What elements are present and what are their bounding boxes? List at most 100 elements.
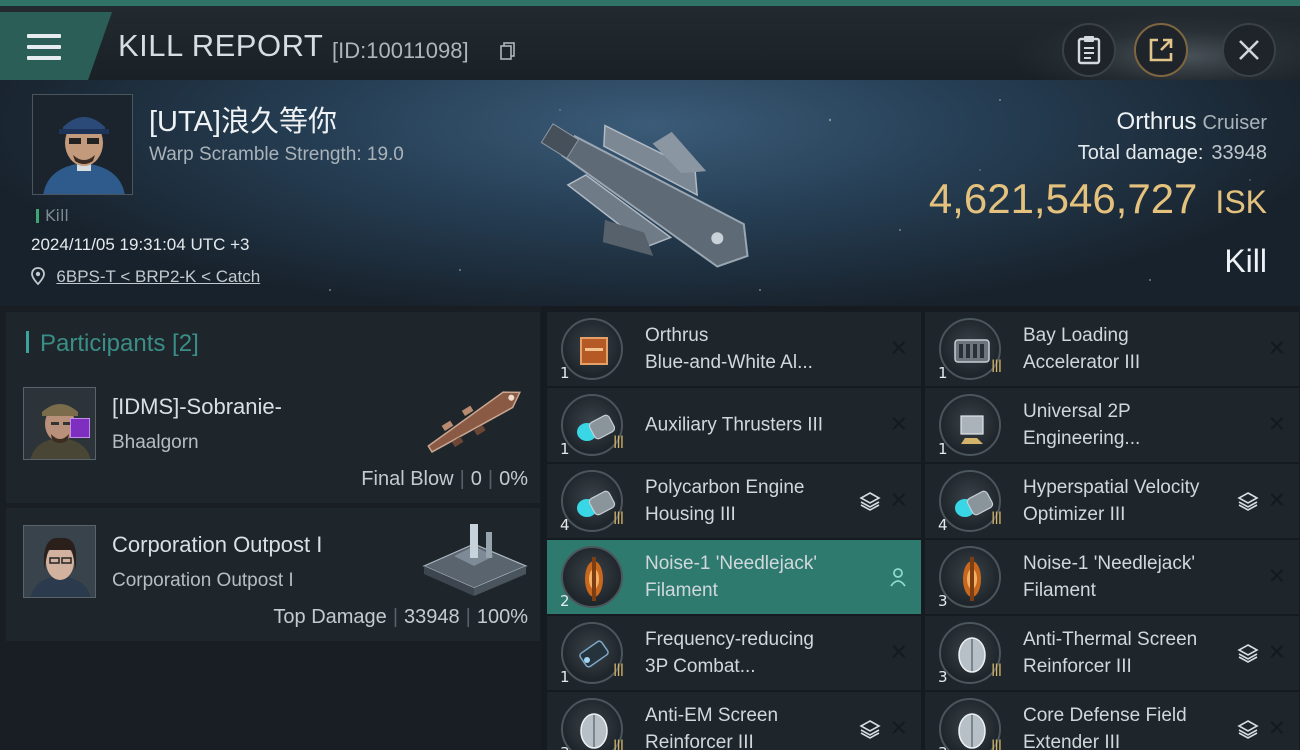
- destroyed-x-icon: ✕: [889, 716, 908, 742]
- victim-summary: [UTA]浪久等你 Warp Scramble Strength: 19.0 K…: [0, 80, 1300, 306]
- hamburger-icon: [27, 34, 61, 64]
- kill-location[interactable]: 6BPS-T < BRP2-K < Catch: [31, 267, 260, 287]
- ship-image: [540, 123, 749, 268]
- clipboard-button[interactable]: [1062, 23, 1116, 77]
- module-cell[interactable]: 3 Noise-1 'Needlejack' Filament ✕: [925, 540, 1299, 614]
- module-name: Universal 2P Engineering...: [1023, 401, 1141, 449]
- participants-panel: Participants [2] [IDMS]-Sobranie- Bhaalg…: [0, 306, 541, 750]
- victim-avatar[interactable]: [32, 94, 133, 195]
- thruster-icon: |||: [561, 394, 624, 456]
- destroyed-x-icon: ✕: [1267, 640, 1286, 666]
- tech-level-icon: |||: [991, 662, 1002, 676]
- combat-module-icon: |||: [561, 622, 624, 684]
- module-name: Bay Loading Accelerator III: [1023, 325, 1141, 373]
- module-cell[interactable]: ||| 1 Bay Loading Accelerator III ✕: [925, 312, 1299, 386]
- destroyed-x-icon: ✕: [1267, 716, 1286, 742]
- participants-label: Participants [2]: [40, 330, 199, 357]
- kill-datetime: 2024/11/05 19:31:04 UTC +3: [31, 235, 250, 254]
- close-button[interactable]: [1222, 23, 1276, 77]
- tech-level-icon: |||: [991, 358, 1002, 372]
- destroyed-x-icon: ✕: [1267, 336, 1286, 362]
- participant-ship-image: [427, 391, 521, 453]
- tech-level-icon: |||: [991, 738, 1002, 750]
- tech-level-icon: |||: [991, 510, 1002, 524]
- stack-icon[interactable]: [859, 719, 881, 739]
- launcher-rig-icon: |||: [939, 318, 1002, 380]
- module-name: Anti-EM Screen Reinforcer III: [645, 705, 779, 750]
- module-cell[interactable]: ||| 3 Core Defense Field Extender III ✕: [925, 692, 1299, 750]
- module-cell[interactable]: ||| 1 Frequency-reducing 3P Combat... ✕: [547, 616, 921, 690]
- module-cell[interactable]: 2 Noise-1 'Needlejack' Filament: [547, 540, 921, 614]
- isk-value: 4,621,546,727 ISK: [928, 175, 1267, 222]
- module-quantity: 1: [560, 668, 570, 686]
- warp-scramble-strength: Warp Scramble Strength: 19.0: [149, 144, 404, 165]
- tech-level-icon: |||: [613, 738, 624, 750]
- module-name: Noise-1 'Needlejack' Filament: [1023, 553, 1196, 601]
- module-quantity: 1: [938, 440, 948, 458]
- ship-name[interactable]: Orthrus Cruiser: [1117, 108, 1267, 136]
- share-icon: [1149, 38, 1173, 62]
- person-icon: [890, 568, 906, 587]
- stack-icon[interactable]: [1237, 719, 1259, 739]
- participant-name: Corporation Outpost I: [112, 532, 323, 557]
- thruster-icon: |||: [561, 470, 624, 532]
- title-bar: KILL REPORT [ID:10011098]: [0, 0, 1300, 86]
- close-icon: [1239, 40, 1259, 60]
- module-quantity: 4: [560, 516, 570, 534]
- destroyed-x-icon: ✕: [889, 640, 908, 666]
- stack-icon[interactable]: [1237, 643, 1259, 663]
- module-cell[interactable]: ||| 3 Anti-Thermal Screen Reinforcer III ✕: [925, 616, 1299, 690]
- destroyed-x-icon: ✕: [1267, 564, 1286, 590]
- module-quantity: 1: [560, 440, 570, 458]
- destroyed-x-icon: ✕: [1267, 412, 1286, 438]
- shield-rig-icon: |||: [939, 698, 1002, 750]
- fitted-modules-grid: 1 Orthrus Blue-and-White Al... ✕ ||| 1 Bay Lo…: [541, 306, 1300, 750]
- module-name: Noise-1 'Needlejack' Filament: [645, 553, 818, 601]
- shield-rig-icon: |||: [939, 622, 1002, 684]
- destroyed-x-icon: ✕: [889, 336, 908, 362]
- module-quantity: 1: [560, 364, 570, 382]
- stack-icon[interactable]: [1237, 491, 1259, 511]
- location-pin-icon: [31, 267, 45, 286]
- module-cell[interactable]: 1 Orthrus Blue-and-White Al... ✕: [547, 312, 921, 386]
- victim-pilot-name[interactable]: [UTA]浪久等你: [149, 98, 337, 140]
- module-name: Orthrus Blue-and-White Al...: [645, 325, 813, 373]
- participant-row[interactable]: Corporation Outpost I Corporation Outpos…: [6, 508, 540, 641]
- module-cell[interactable]: ||| 4 Polycarbon Engine Housing III ✕: [547, 464, 921, 538]
- module-quantity: 3: [938, 592, 948, 610]
- menu-button[interactable]: [0, 12, 112, 82]
- participant-row[interactable]: [IDMS]-Sobranie- Bhaalgorn Final Blow | 0 |…: [6, 370, 540, 503]
- module-cell[interactable]: ||| 4 Hyperspatial Velocity Optimizer III ✕: [925, 464, 1299, 538]
- module-cell[interactable]: ||| 1 Auxiliary Thrusters III ✕: [547, 388, 921, 462]
- participants-header: Participants [2]: [6, 312, 540, 370]
- module-name: Polycarbon Engine Housing III: [645, 477, 805, 525]
- destroyed-x-icon: ✕: [889, 488, 908, 514]
- destroyed-x-icon: ✕: [889, 412, 908, 438]
- module-cell[interactable]: 1 Universal 2P Engineering... ✕: [925, 388, 1299, 462]
- participant-stats: Top Damage | 33948 | 100%: [273, 606, 528, 628]
- copy-icon[interactable]: [500, 42, 516, 60]
- module-quantity: 3: [938, 744, 948, 750]
- total-damage: Total damage: 33948: [1077, 142, 1267, 164]
- engineering-icon: [939, 394, 1001, 456]
- tech-level-icon: |||: [613, 510, 624, 524]
- participant-name: [IDMS]-Sobranie-: [112, 394, 282, 419]
- page-title: KILL REPORT: [118, 28, 324, 63]
- report-id: [ID:10011098]: [332, 38, 469, 63]
- kill-tag: Kill: [36, 206, 69, 225]
- tech-level-icon: |||: [613, 434, 624, 448]
- share-button[interactable]: [1134, 23, 1188, 77]
- thruster-icon: |||: [939, 470, 1002, 532]
- participant-ship: Corporation Outpost I: [112, 570, 294, 591]
- module-name: Anti-Thermal Screen Reinforcer III: [1023, 629, 1198, 677]
- stack-icon[interactable]: [859, 491, 881, 511]
- destroyed-x-icon: ✕: [1267, 488, 1286, 514]
- result-label: Kill: [1224, 243, 1267, 279]
- filament-icon: [939, 546, 1001, 608]
- skin-icon: [561, 318, 623, 380]
- module-name: Core Defense Field Extender III: [1023, 705, 1187, 750]
- module-name: Auxiliary Thrusters III: [645, 414, 824, 436]
- module-cell[interactable]: ||| 3 Anti-EM Screen Reinforcer III ✕: [547, 692, 921, 750]
- module-name: Frequency-reducing 3P Combat...: [645, 629, 814, 677]
- participant-ship: Bhaalgorn: [112, 432, 199, 453]
